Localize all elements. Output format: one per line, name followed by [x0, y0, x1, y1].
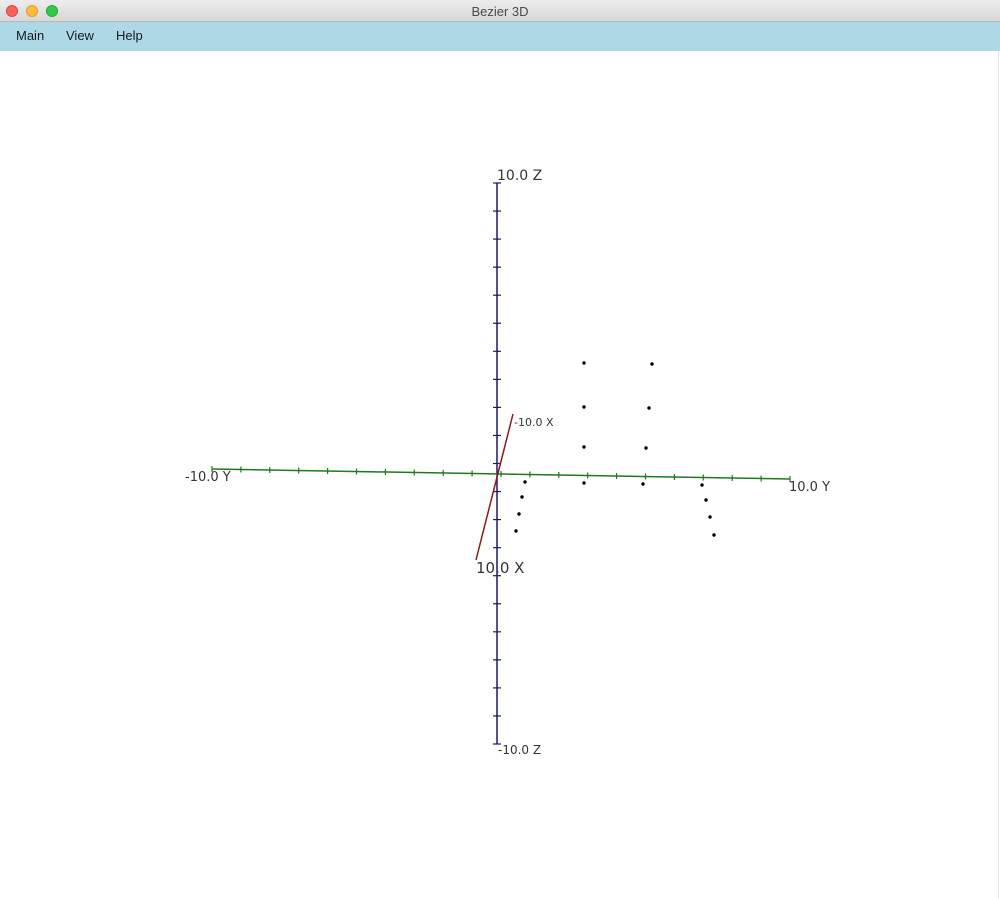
- y-axis-pos-label: 10.0 Y: [789, 480, 830, 495]
- y-axis-neg-label: -10.0 Y: [185, 470, 231, 485]
- x-axis-pos-label: 10.0 X: [476, 559, 524, 577]
- z-axis-neg-label: -10.0 Z: [498, 743, 541, 757]
- control-point: [582, 361, 586, 365]
- z-axis-pos-label: 10.0 Z: [497, 168, 542, 184]
- 3d-viewport[interactable]: 10.0 Z -10.0 Z -10.0 Y 10.0 Y -10.0 X 10…: [0, 51, 1000, 898]
- menu-view[interactable]: View: [66, 28, 94, 43]
- control-point: [704, 498, 708, 502]
- control-point: [712, 533, 716, 537]
- control-point: [582, 481, 586, 485]
- y-axis-ticks: [211, 466, 791, 482]
- control-point: [520, 495, 524, 499]
- control-point: [514, 529, 518, 533]
- control-point: [650, 362, 654, 366]
- control-point: [700, 483, 704, 487]
- control-point: [644, 446, 648, 450]
- control-point: [641, 482, 645, 486]
- control-point: [647, 406, 651, 410]
- control-point: [582, 445, 586, 449]
- window-title: Bezier 3D: [471, 4, 529, 19]
- control-point: [523, 480, 527, 484]
- control-point: [517, 512, 521, 516]
- axes-scene: 10.0 Z -10.0 Z -10.0 Y 10.0 Y -10.0 X 10…: [185, 168, 830, 757]
- x-axis-neg-label: -10.0 X: [514, 416, 554, 429]
- menu-bar: Main View Help: [0, 22, 1000, 51]
- window-right-edge: [998, 51, 999, 898]
- window-titlebar: Bezier 3D: [0, 0, 1000, 22]
- menu-main[interactable]: Main: [16, 28, 44, 43]
- menu-help[interactable]: Help: [116, 28, 143, 43]
- control-point: [582, 405, 586, 409]
- control-point: [708, 515, 712, 519]
- control-points: [514, 361, 716, 537]
